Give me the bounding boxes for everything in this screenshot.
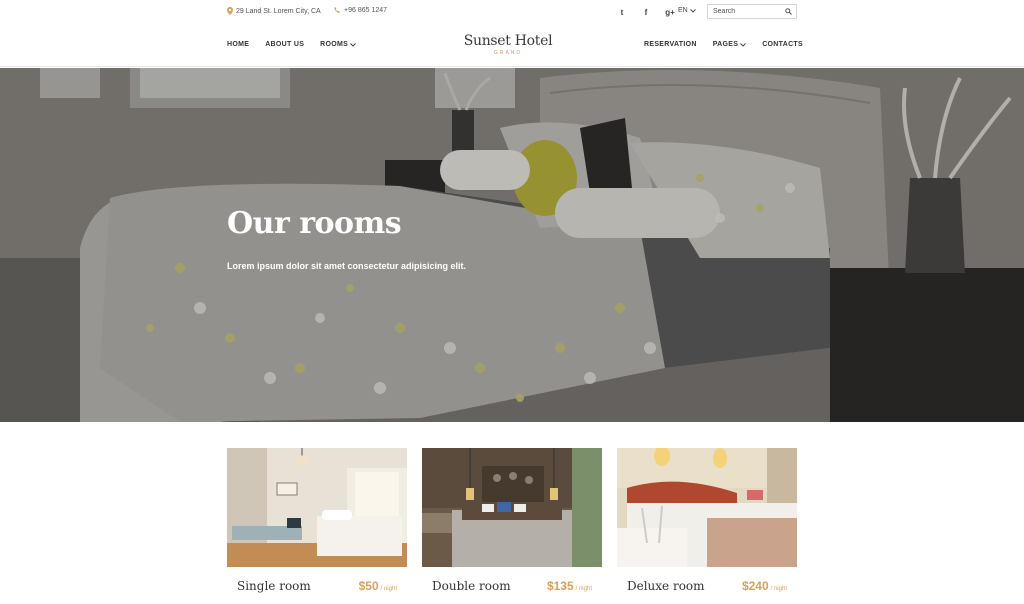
room-info: Single room $50 / night — [227, 567, 407, 604]
room-info: Deluxe room $240 / night — [617, 567, 797, 604]
room-price: $135 / night — [547, 579, 592, 593]
address-text: 29 Land St. Lorem City, CA — [236, 7, 321, 15]
language-selector[interactable]: EN — [678, 7, 696, 14]
facebook-icon[interactable]: f — [634, 6, 658, 18]
logo-name: Sunset Hotel — [463, 33, 553, 49]
room-price: $240 / night — [742, 579, 787, 593]
nav-reservation[interactable]: RESERVATION — [644, 41, 697, 48]
search-input[interactable] — [708, 8, 780, 15]
room-photo-double — [422, 448, 602, 567]
rooms-list: Single room $50 / night Double room $135… — [227, 448, 797, 604]
nav-rooms[interactable]: ROOMS — [320, 41, 356, 48]
room-photo-single — [227, 448, 407, 567]
nav-about-label: ABOUT US — [265, 41, 305, 48]
room-card-double[interactable]: Double room $135 / night — [422, 448, 602, 604]
main-header: HOME ABOUT US ROOMS Sunset Hotel GRAND R… — [0, 25, 1024, 67]
chevron-down-icon — [350, 42, 356, 47]
room-info: Double room $135 / night — [422, 567, 602, 604]
top-bar: 29 Land St. Lorem City, CA +96 865 1247 … — [0, 0, 1024, 25]
nav-about-us[interactable]: ABOUT US — [265, 41, 304, 48]
room-card-single[interactable]: Single room $50 / night — [227, 448, 407, 604]
hero-banner: Our rooms Lorem ipsum dolor sit amet con… — [0, 68, 1024, 422]
search-button[interactable] — [780, 8, 796, 15]
nav-pages[interactable]: PAGES — [713, 41, 747, 48]
hero-subtitle: Lorem ipsum dolor sit amet consectetur a… — [227, 261, 467, 271]
nav-right: RESERVATION PAGES CONTACTS — [644, 41, 803, 48]
room-photo-deluxe — [617, 448, 797, 567]
room-price-amount: $50 — [358, 578, 379, 593]
nav-reservation-label: RESERVATION — [644, 41, 697, 48]
phone-text: +96 865 1247 — [344, 7, 388, 14]
room-price-unit: / night — [770, 585, 787, 592]
phone-icon — [334, 7, 340, 13]
room-name: Double room — [432, 578, 511, 593]
room-price-amount: $240 — [741, 578, 769, 593]
search-box — [707, 4, 797, 19]
map-pin-icon — [227, 7, 233, 15]
nav-contacts[interactable]: CONTACTS — [762, 41, 803, 48]
nav-home-label: HOME — [227, 41, 250, 48]
language-label: EN — [678, 7, 688, 14]
room-price-unit: / night — [380, 585, 397, 592]
phone[interactable]: +96 865 1247 — [334, 7, 387, 14]
room-price-unit: / night — [575, 585, 592, 592]
room-price: $50 / night — [359, 579, 397, 593]
logo-subtitle: GRAND — [493, 50, 523, 56]
hero-title: Our rooms — [227, 206, 402, 241]
room-name: Deluxe room — [627, 578, 705, 593]
room-price-amount: $135 — [546, 578, 574, 593]
social-links: t f g+ — [610, 6, 682, 18]
hero-bedroom-image — [0, 68, 1024, 422]
address: 29 Land St. Lorem City, CA — [227, 7, 321, 15]
twitter-icon[interactable]: t — [610, 6, 634, 18]
room-card-deluxe[interactable]: Deluxe room $240 / night — [617, 448, 797, 604]
logo[interactable]: Sunset Hotel GRAND — [452, 33, 564, 56]
chevron-down-icon — [689, 8, 696, 13]
nav-contacts-label: CONTACTS — [762, 41, 803, 48]
search-icon — [784, 8, 792, 15]
nav-pages-label: PAGES — [712, 41, 739, 48]
chevron-down-icon — [740, 42, 747, 47]
nav-home[interactable]: HOME — [227, 41, 249, 48]
nav-rooms-label: ROOMS — [320, 41, 349, 48]
room-name: Single room — [237, 578, 311, 593]
nav-left: HOME ABOUT US ROOMS — [227, 41, 356, 48]
